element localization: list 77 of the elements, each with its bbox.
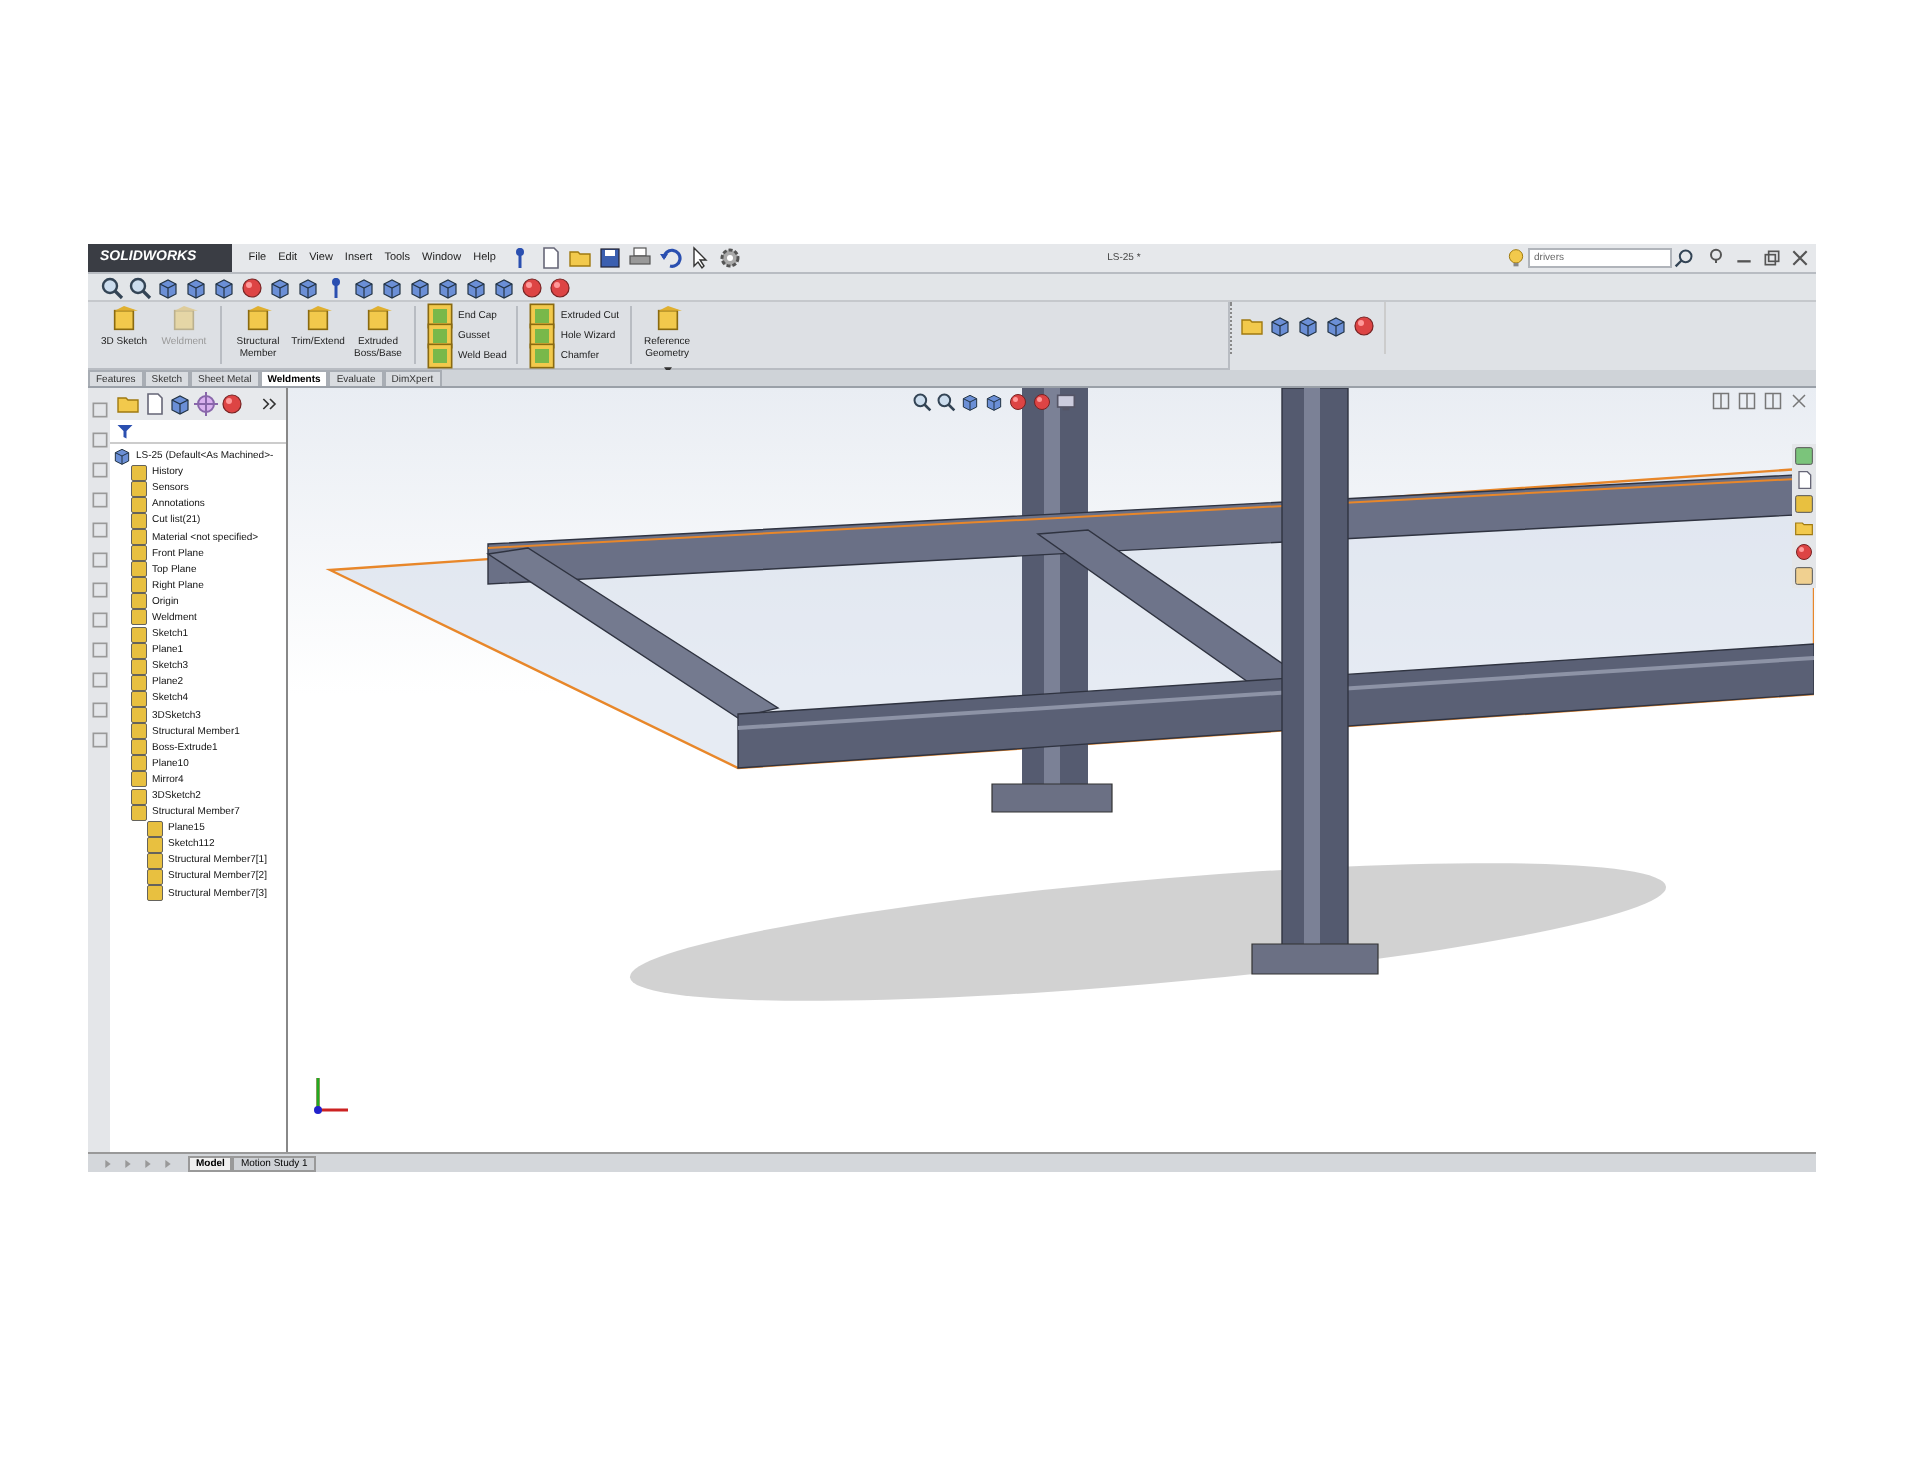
tree-node-icon bbox=[130, 495, 148, 514]
cube-icon[interactable] bbox=[268, 275, 292, 299]
tree-node-icon bbox=[130, 657, 148, 676]
tree-node-icon bbox=[130, 770, 148, 789]
block-icon bbox=[364, 306, 392, 334]
tree-node-icon bbox=[130, 673, 148, 692]
tree-node-icon bbox=[146, 851, 164, 870]
tree-node-icon bbox=[130, 689, 148, 708]
tree-node-icon bbox=[130, 608, 148, 627]
tree-node-icon bbox=[146, 819, 164, 838]
sphere-icon[interactable] bbox=[520, 275, 544, 299]
tree-node-icon bbox=[130, 463, 148, 482]
cube-icon[interactable] bbox=[1296, 314, 1320, 338]
cube-icon[interactable] bbox=[352, 275, 376, 299]
cursor-icon[interactable] bbox=[687, 246, 712, 270]
sphere-icon[interactable] bbox=[1008, 392, 1028, 412]
tree-node-icon bbox=[130, 511, 148, 530]
sphere-icon[interactable] bbox=[240, 275, 264, 299]
cube-icon[interactable] bbox=[492, 275, 516, 299]
document-icon[interactable] bbox=[1794, 470, 1814, 490]
part-icon bbox=[112, 446, 132, 467]
zoom-icon[interactable] bbox=[912, 392, 932, 412]
block-icon bbox=[528, 342, 557, 370]
close-icon[interactable] bbox=[1790, 248, 1810, 268]
sphere-icon[interactable] bbox=[548, 275, 572, 299]
crosshair-tab-icon[interactable] bbox=[194, 392, 218, 416]
undo-icon[interactable] bbox=[657, 246, 682, 270]
cube-icon[interactable] bbox=[296, 275, 320, 299]
cube-icon[interactable] bbox=[464, 275, 488, 299]
cube-icon[interactable] bbox=[408, 275, 432, 299]
block-icon bbox=[170, 306, 198, 334]
tree-node-icon bbox=[130, 787, 148, 806]
tree-node-icon bbox=[130, 722, 148, 741]
split-view-icon[interactable] bbox=[1712, 392, 1730, 410]
block-icon bbox=[653, 306, 682, 334]
close-icon[interactable] bbox=[1790, 392, 1808, 410]
tree-node-icon bbox=[130, 544, 148, 563]
gear-icon[interactable] bbox=[717, 246, 742, 270]
cube-icon[interactable] bbox=[1268, 314, 1292, 338]
cube-icon[interactable] bbox=[184, 275, 208, 299]
save-icon[interactable] bbox=[597, 246, 622, 270]
zoom-icon[interactable] bbox=[936, 392, 956, 412]
tree-node-icon bbox=[130, 706, 148, 725]
monitor-icon[interactable] bbox=[1056, 392, 1076, 412]
bulb-icon bbox=[1506, 248, 1526, 268]
tree-node-icon bbox=[130, 592, 148, 611]
cube-icon[interactable] bbox=[436, 275, 460, 299]
search-icon[interactable] bbox=[1674, 248, 1694, 268]
coordinate-triad-icon bbox=[314, 1078, 348, 1114]
block-icon bbox=[244, 306, 272, 334]
cube-icon[interactable] bbox=[960, 392, 980, 412]
block-icon bbox=[426, 342, 454, 370]
cube-icon[interactable] bbox=[156, 275, 180, 299]
tree-node-icon bbox=[130, 576, 148, 595]
document-icon[interactable] bbox=[537, 246, 562, 270]
expand-icon[interactable] bbox=[260, 394, 280, 414]
cube-icon[interactable] bbox=[984, 392, 1004, 412]
tree-node-icon bbox=[130, 754, 148, 773]
tree-node-icon bbox=[130, 625, 148, 644]
tree-node-icon bbox=[146, 884, 164, 903]
tree-node-icon bbox=[130, 560, 148, 579]
zoom-icon[interactable] bbox=[100, 275, 124, 299]
sphere-icon[interactable] bbox=[1352, 314, 1376, 338]
split-view-icon[interactable] bbox=[1738, 392, 1756, 410]
block-icon bbox=[304, 306, 332, 334]
tree-node-icon bbox=[146, 835, 164, 854]
cube-icon[interactable] bbox=[380, 275, 404, 299]
cube-icon[interactable] bbox=[212, 275, 236, 299]
printer-icon[interactable] bbox=[627, 246, 652, 270]
tree-node-icon bbox=[130, 528, 148, 547]
zoom-icon[interactable] bbox=[128, 275, 152, 299]
tree-node-icon bbox=[130, 738, 148, 757]
tree-node-icon bbox=[146, 867, 164, 886]
cube-icon[interactable] bbox=[1324, 314, 1348, 338]
sphere-icon[interactable] bbox=[1032, 392, 1052, 412]
block-icon bbox=[110, 306, 138, 334]
folder-icon[interactable] bbox=[1794, 518, 1814, 538]
